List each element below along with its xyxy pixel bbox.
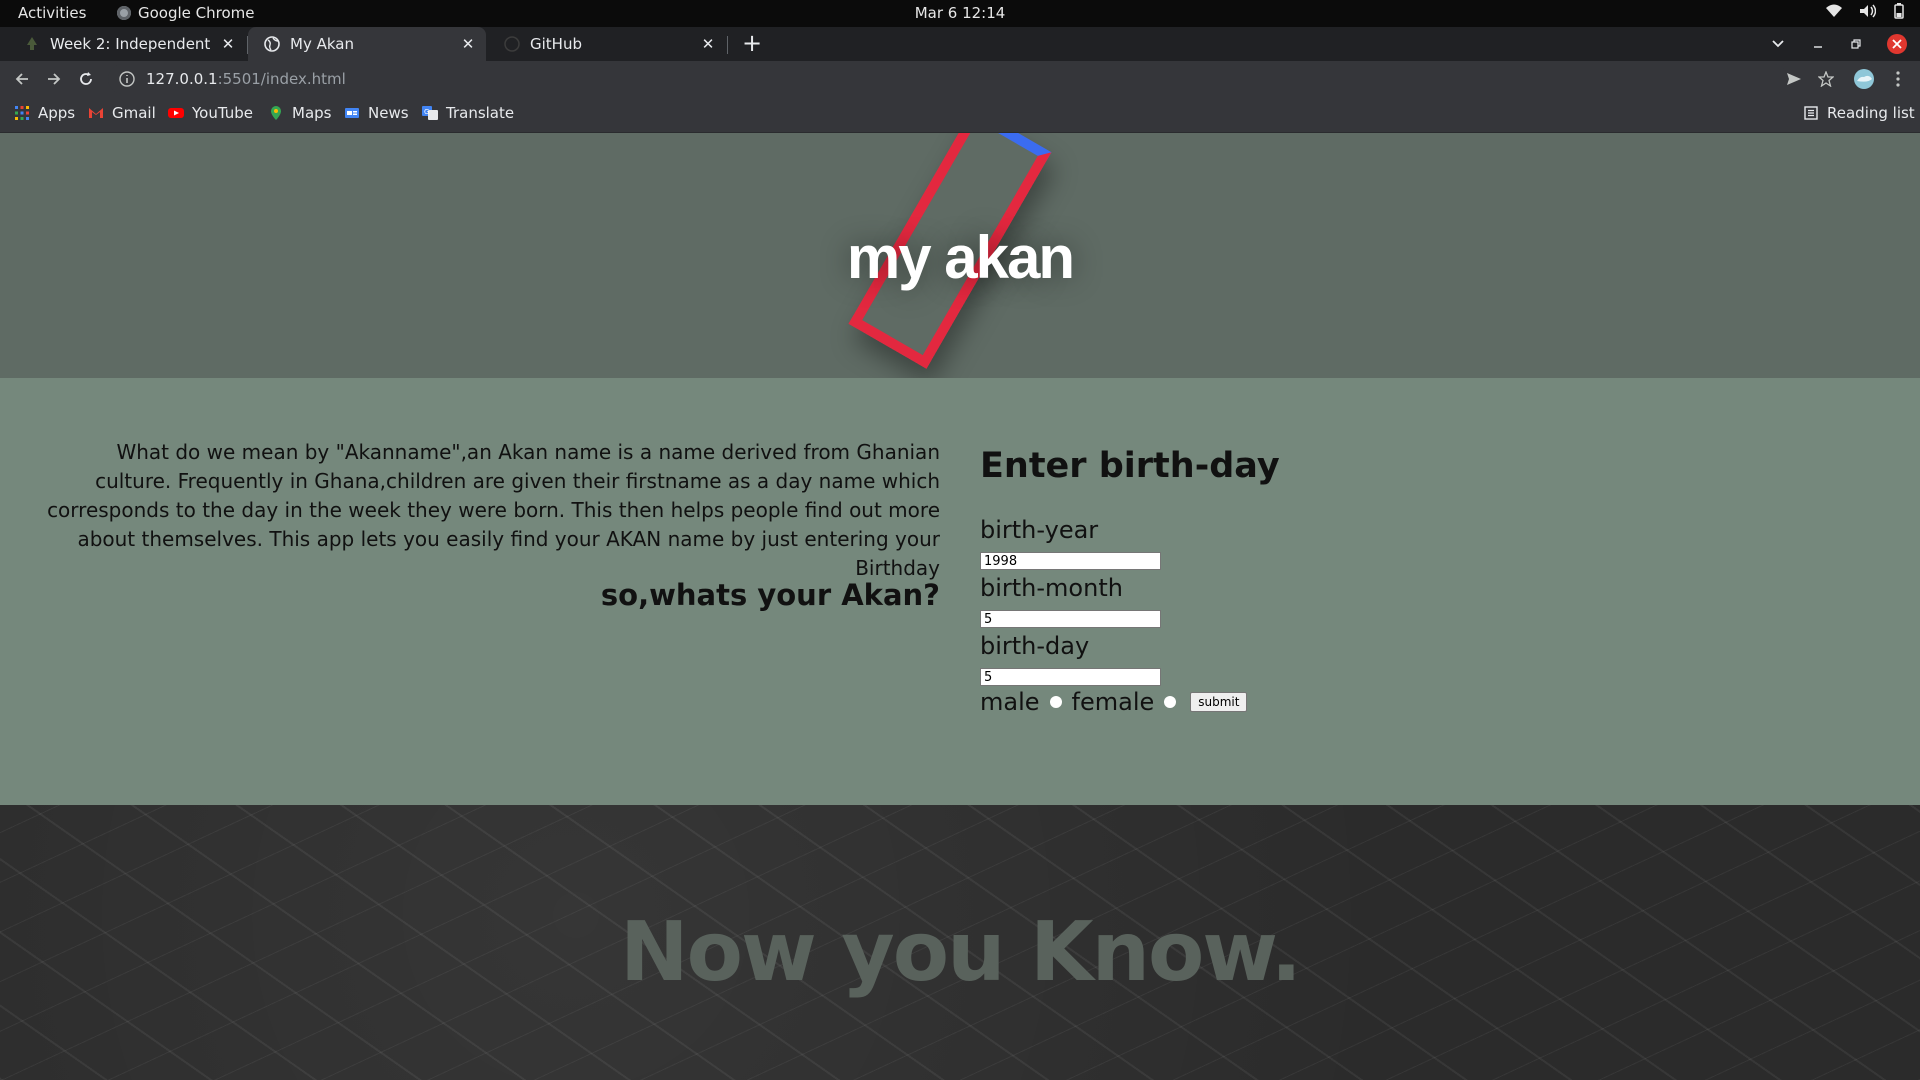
forward-button[interactable] — [42, 67, 66, 91]
birth-month-label: birth-month — [980, 574, 1123, 602]
back-button[interactable] — [10, 67, 34, 91]
bookmark-news[interactable]: News — [344, 104, 409, 122]
close-icon[interactable]: ✕ — [456, 35, 480, 53]
tab-title: Week 2: Independent Proj — [50, 35, 216, 53]
male-radio[interactable] — [1049, 696, 1062, 708]
birth-month-input[interactable] — [980, 610, 1161, 628]
address-bar[interactable]: 127.0.0.1:5501/index.html — [108, 64, 1788, 94]
tab-github[interactable]: GitHub ✕ — [488, 27, 726, 61]
close-icon[interactable]: ✕ — [696, 35, 720, 53]
reload-icon — [80, 72, 92, 85]
tab-strip: Week 2: Independent Proj ✕ My Akan ✕ Git… — [0, 27, 1920, 61]
tree-favicon-icon — [27, 37, 37, 50]
birth-day-label: birth-day — [980, 632, 1090, 660]
bookmark-label: Gmail — [112, 104, 156, 122]
youtube-icon — [168, 108, 184, 118]
main-content: What do we mean by "Akanname",an Akan na… — [0, 378, 1920, 805]
birth-year-input[interactable] — [980, 552, 1161, 570]
wifi-icon — [1826, 4, 1842, 17]
news-icon — [345, 108, 359, 118]
reload-button[interactable] — [74, 67, 98, 91]
web-page: my akan What do we mean by "Akanname",an… — [0, 133, 1920, 1080]
maps-icon — [271, 106, 281, 120]
bookmark-translate[interactable]: G Translate — [422, 104, 514, 122]
tab-my-akan[interactable]: My Akan ✕ — [248, 27, 486, 61]
birthday-form: Enter birth-day birth-year birth-month b… — [980, 446, 1580, 716]
reading-list-label: Reading list — [1827, 104, 1915, 122]
send-icon — [1787, 73, 1801, 85]
star-icon — [1818, 71, 1834, 87]
profile-button[interactable] — [1852, 67, 1876, 91]
reading-list-icon — [1804, 106, 1818, 120]
system-tray[interactable] — [1826, 3, 1904, 19]
tab-search-button[interactable] — [1764, 27, 1792, 61]
new-tab-button[interactable]: + — [738, 30, 766, 58]
system-top-bar: Activities Google Chrome Mar 6 12:14 — [0, 0, 1920, 27]
hero-title: my akan — [846, 224, 1075, 291]
clock[interactable]: Mar 6 12:14 — [0, 4, 1920, 22]
bookmark-youtube[interactable]: YouTube — [168, 104, 253, 122]
bookmark-maps[interactable]: Maps — [268, 104, 331, 122]
minimize-icon — [1814, 46, 1822, 48]
svg-text:G: G — [424, 108, 429, 116]
male-label: male — [980, 688, 1040, 716]
tab-separator — [727, 36, 728, 54]
bookmark-apps[interactable]: Apps — [14, 104, 75, 122]
intro-paragraph: What do we mean by "Akanname",an Akan na… — [47, 440, 940, 580]
birth-day-input[interactable] — [980, 668, 1161, 686]
gender-row: male female submit — [980, 688, 1580, 716]
globe-icon — [264, 36, 280, 52]
form-heading: Enter birth-day — [980, 446, 1280, 486]
tab-week2[interactable]: Week 2: Independent Proj ✕ — [8, 27, 246, 61]
bookmark-label: News — [368, 104, 409, 122]
url-host: 127.0.0.1 — [146, 70, 218, 88]
browser-toolbar: 127.0.0.1:5501/index.html — [0, 61, 1920, 97]
send-tab-button[interactable] — [1782, 67, 1806, 91]
close-window-icon — [1887, 34, 1907, 54]
tab-title: GitHub — [530, 35, 582, 53]
hero-section: my akan — [0, 133, 1920, 378]
bookmarks-bar: Apps Gmail YouTube Maps News G Translate… — [0, 97, 1920, 133]
akan-question-heading: so,whats your Akan? — [600, 578, 940, 612]
footer-text: Now you Know. — [620, 905, 1302, 1000]
url-path: :5501/index.html — [217, 70, 346, 88]
gmail-icon — [89, 108, 103, 118]
chevron-down-icon — [1772, 40, 1784, 48]
tab-title: My Akan — [290, 35, 354, 53]
reading-list-button[interactable]: Reading list — [1803, 104, 1915, 122]
bookmark-label: Apps — [38, 104, 76, 122]
female-radio[interactable] — [1164, 696, 1177, 708]
bookmark-label: Translate — [446, 104, 515, 122]
restore-button[interactable] — [1842, 27, 1870, 61]
restore-icon — [1851, 39, 1861, 49]
arrow-left-icon — [15, 73, 28, 85]
close-window-button[interactable] — [1883, 27, 1911, 61]
bookmark-star-button[interactable] — [1814, 67, 1838, 91]
submit-button[interactable]: submit — [1190, 692, 1248, 712]
bookmark-gmail[interactable]: Gmail — [88, 104, 156, 122]
close-icon[interactable]: ✕ — [216, 35, 240, 53]
bookmark-label: Maps — [292, 104, 332, 122]
kebab-menu-icon — [1896, 71, 1900, 87]
bookmark-label: YouTube — [192, 104, 253, 122]
avatar-icon — [1854, 69, 1874, 89]
github-icon — [504, 36, 520, 52]
volume-icon — [1860, 4, 1876, 18]
birth-year-label: birth-year — [980, 516, 1099, 544]
chrome-menu-button[interactable] — [1886, 67, 1910, 91]
info-icon[interactable] — [118, 70, 136, 88]
apps-grid-icon — [15, 106, 29, 120]
arrow-right-icon — [48, 73, 61, 85]
battery-icon — [1894, 3, 1904, 19]
female-label: female — [1071, 688, 1155, 716]
minimize-button[interactable] — [1804, 27, 1832, 61]
translate-icon: G — [422, 106, 438, 120]
url-text: 127.0.0.1:5501/index.html — [146, 70, 346, 88]
footer-section: Now you Know. — [0, 805, 1920, 1080]
